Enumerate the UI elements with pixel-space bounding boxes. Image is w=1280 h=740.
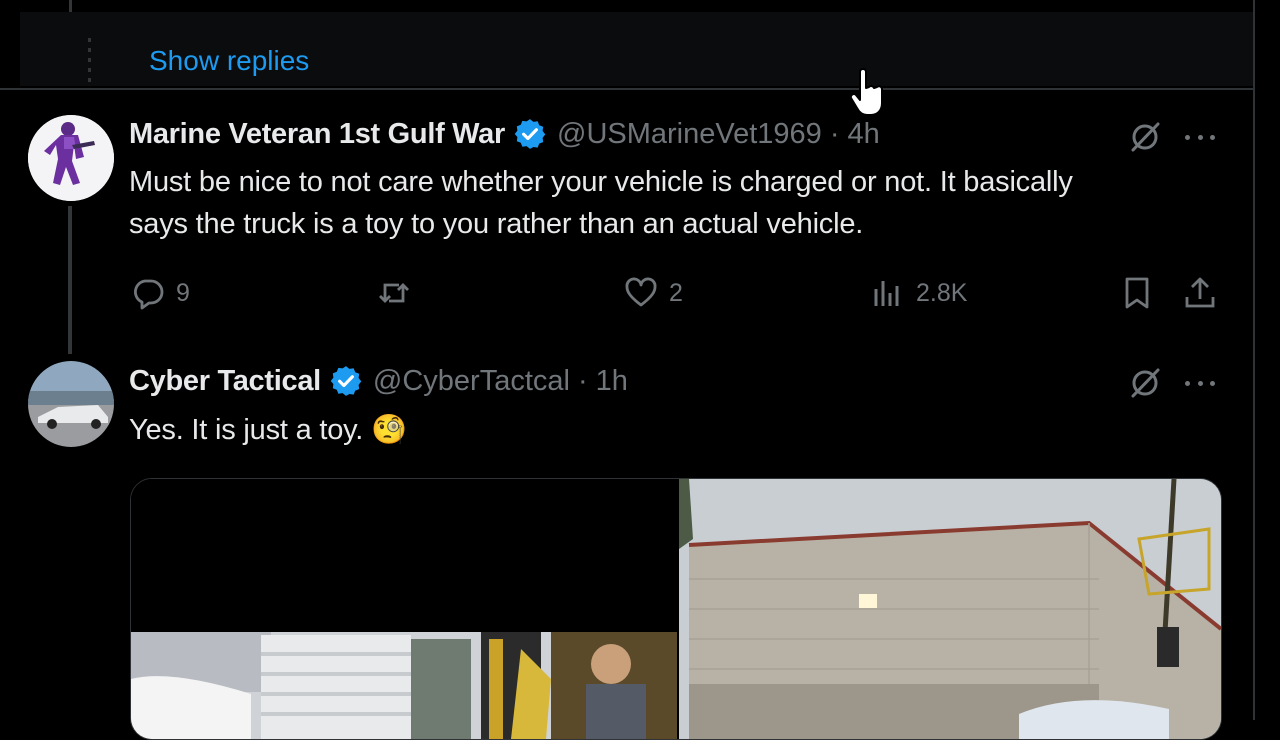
reply-button[interactable]: 9 <box>130 275 190 311</box>
repost-icon <box>379 283 409 303</box>
share-button[interactable] <box>1182 275 1218 311</box>
column-border <box>1253 0 1255 720</box>
like-icon <box>625 277 657 307</box>
building-photo <box>679 479 1221 739</box>
media-grid[interactable] <box>130 478 1222 740</box>
show-replies-link[interactable]: Show replies <box>149 45 309 77</box>
tweet-text: Yes. It is just a toy. 🧐 <box>129 414 407 446</box>
tweet-text-line: says the truck is a toy to you rather th… <box>129 208 864 240</box>
timestamp[interactable]: 4h <box>847 118 879 151</box>
hand-cursor-icon <box>850 68 883 116</box>
like-button[interactable]: 2 <box>623 275 683 311</box>
reply-icon <box>133 279 164 310</box>
grok-icon[interactable] <box>1127 119 1163 155</box>
thread-line-top <box>69 0 72 12</box>
author-name[interactable]: Cyber Tactical <box>129 365 321 398</box>
avatar-truck-image <box>28 361 114 447</box>
reply-count: 9 <box>176 278 190 307</box>
more-icon[interactable] <box>1185 365 1215 401</box>
views-icon <box>874 281 899 306</box>
share-icon <box>1185 277 1215 308</box>
avatar[interactable] <box>28 115 114 201</box>
bookmark-button[interactable] <box>1119 275 1155 311</box>
views-count: 2.8K <box>916 278 968 307</box>
tweet-header: Cyber Tactical @CyberTactcal · 1h <box>129 364 628 398</box>
thread-dots <box>88 38 92 82</box>
grok-icon[interactable] <box>1127 365 1163 401</box>
timestamp[interactable]: 1h <box>596 365 628 398</box>
author-handle[interactable]: @USMarineVet1969 <box>557 118 822 151</box>
forklift-photo <box>131 479 677 739</box>
bookmark-icon <box>1125 277 1149 309</box>
repost-button[interactable] <box>376 275 422 311</box>
avatar[interactable] <box>28 361 114 447</box>
media-photo-right[interactable] <box>679 479 1221 739</box>
thread-line <box>68 206 72 354</box>
media-photo-left[interactable] <box>131 479 677 739</box>
like-count: 2 <box>669 278 683 307</box>
avatar-figure-image <box>28 115 114 201</box>
verified-badge-icon <box>330 366 362 396</box>
tweet-text-line: Must be nice to not care whether your ve… <box>129 166 1073 198</box>
tweet-text: Must be nice to not care whether your ve… <box>129 161 1073 245</box>
show-replies-bar[interactable]: Show replies <box>20 12 1254 86</box>
views-button[interactable]: 2.8K <box>870 275 967 311</box>
more-icon[interactable] <box>1185 119 1215 155</box>
separator: · <box>577 364 588 397</box>
author-name[interactable]: Marine Veteran 1st Gulf War <box>129 118 505 151</box>
separator: · <box>829 117 840 150</box>
divider <box>0 88 1254 90</box>
author-handle[interactable]: @CyberTactcal <box>373 365 570 398</box>
verified-badge-icon <box>514 119 546 149</box>
tweet-header: Marine Veteran 1st Gulf War @USMarineVet… <box>129 117 880 151</box>
